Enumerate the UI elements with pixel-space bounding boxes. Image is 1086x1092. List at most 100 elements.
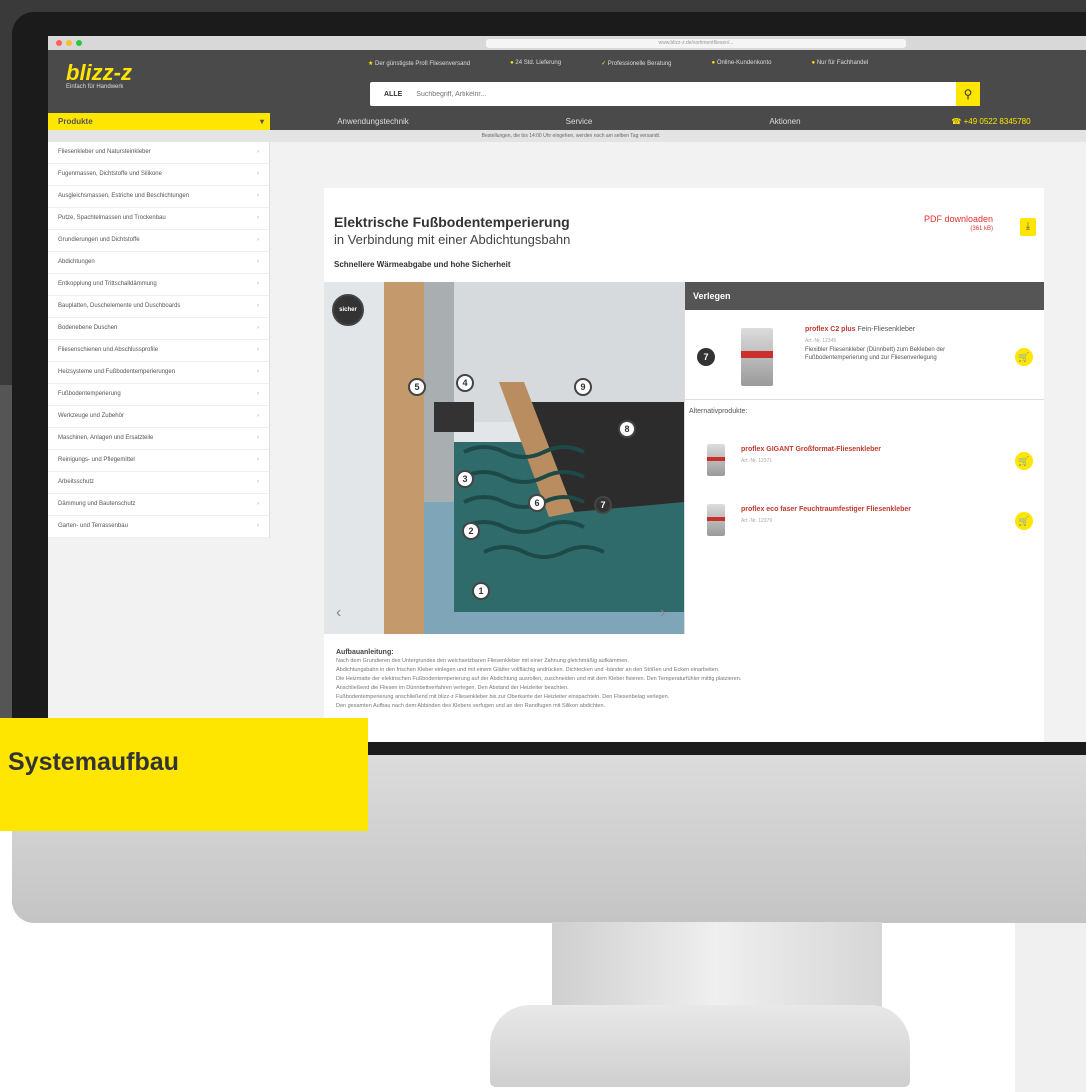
chevron-right-icon: › [257, 501, 259, 507]
sidebar-item[interactable]: Bauplatten, Duschelemente und Duschboard… [48, 296, 269, 318]
page-tagline: Schnellere Wärmeabgabe und hohe Sicherhe… [334, 260, 511, 269]
pdf-download-icon[interactable]: ⤓ [1020, 218, 1036, 236]
alt-product-name[interactable]: proflex GIGANT Großformat-Fliesenkleber [741, 446, 881, 453]
usp-item: ● Online-Kundenkonto [711, 60, 772, 66]
instruction-line: Den gesamten Aufbau nach dem Abbinden de… [336, 703, 606, 709]
maximize-window-icon[interactable] [76, 40, 82, 46]
chevron-right-icon: › [257, 259, 259, 265]
nav-item-service[interactable]: Service [476, 113, 682, 130]
pdf-download-link[interactable]: PDF downloaden (361 kB) [924, 214, 993, 234]
usp-item: ✓ Professionelle Beratung [601, 61, 672, 67]
sidebar-item[interactable]: Reinigungs- und Pflegemittel › [48, 450, 269, 472]
main-product-description: Flexibler Fliesenkleber (Dünnbett) zum B… [805, 347, 946, 361]
sidebar-item[interactable]: Heizsysteme und Fußbodentemperierungen › [48, 362, 269, 384]
chevron-right-icon: › [257, 523, 259, 529]
sidebar-item[interactable]: Entkopplung und Trittschalldämmung › [48, 274, 269, 296]
nav-phone[interactable]: ☎ +49 0522 8345780 [888, 113, 1086, 130]
product-image[interactable] [741, 328, 773, 386]
main-product-name[interactable]: proflex C2 plus Fein-Fliesenkleber [805, 326, 915, 333]
url-bar[interactable]: www.blizz-z.de/sortimentfliesen/... [486, 38, 906, 48]
search-bar: ALLE ⚲ [370, 82, 980, 106]
nav-item-aktionen[interactable]: Aktionen [682, 113, 888, 130]
carousel-prev-icon[interactable]: ‹ [336, 604, 341, 622]
sidebar-item[interactable]: Fußbodentemperierung › [48, 384, 269, 406]
chevron-right-icon: › [257, 237, 259, 243]
assembly-instructions: Aufbauanleitung: Nach dem Grundieren des… [324, 648, 1044, 711]
diagram-marker-9[interactable]: 9 [574, 378, 592, 396]
sidebar-item[interactable]: Putze, Spachtelmassen und Trockenbau › [48, 208, 269, 230]
sidebar-item[interactable]: Maschinen, Anlagen und Ersatzteile › [48, 428, 269, 450]
sidebar-item[interactable]: Fugenmassen, Dichtstoffe und Silikone › [48, 164, 269, 186]
main-product-sku: Art.-Nr. 12345 [805, 338, 837, 344]
sidebar-item[interactable]: Fliesenschienen und Abschlussprofile › [48, 340, 269, 362]
chevron-right-icon: › [257, 347, 259, 353]
sidebar-item[interactable]: Bodenebene Duschen › [48, 318, 269, 340]
usp-item: ● Nur für Fachhandel [811, 60, 869, 66]
floor-construction-illustration [324, 282, 684, 634]
sidebar-item[interactable]: Ausgleichsmassen, Estriche und Beschicht… [48, 186, 269, 208]
diagram-marker-3[interactable]: 3 [456, 470, 474, 488]
product-image[interactable] [707, 444, 725, 476]
background-panel [1015, 900, 1086, 1092]
diagram-marker-1[interactable]: 1 [472, 582, 490, 600]
sidebar-item[interactable]: Garten- und Terrassenbau › [48, 516, 269, 538]
alt-product-sku: Art.-Nr. 12379 [741, 518, 773, 524]
usp-item: ★ Der günstigste Profi Fliesenversand [368, 61, 471, 67]
alt-product-name[interactable]: proflex eco faser Feuchtraumfestiger Fli… [741, 506, 911, 513]
diagram-marker-2[interactable]: 2 [462, 522, 480, 540]
diagram-marker-8[interactable]: 8 [618, 420, 636, 438]
logo-tagline: Einfach für Handwerk [66, 84, 124, 90]
usp-bar: ★ Der günstigste Profi Fliesenversand ● … [368, 60, 868, 67]
diagram-marker-5[interactable]: 5 [408, 378, 426, 396]
chevron-right-icon: › [257, 171, 259, 177]
search-category-select[interactable]: ALLE [370, 91, 416, 98]
diagram-marker-4[interactable]: 4 [456, 374, 474, 392]
add-to-cart-icon[interactable]: 🛒 [1015, 452, 1033, 470]
main-product-row: 7 proflex C2 plus Fein-Fliesenkleber Art… [685, 310, 1044, 400]
category-sidebar: Fliesenkleber und Natursteinkleber › Fuge… [48, 142, 270, 538]
browser-toolbar: www.blizz-z.de/sortimentfliesen/... [48, 36, 1086, 50]
chevron-right-icon: › [257, 149, 259, 155]
product-panel: Verlegen 7 proflex C2 plus Fein-Fliesenk… [684, 282, 1044, 634]
minimize-window-icon[interactable] [66, 40, 72, 46]
chevron-right-icon: › [257, 215, 259, 221]
screen: www.blizz-z.de/sortimentfliesen/... bliz… [48, 36, 1086, 742]
monitor-stand-neck [552, 922, 882, 1014]
blizz-z-logo[interactable]: blizz-z Einfach für Handwerk [66, 60, 132, 90]
nav-item-anwendungstechnik[interactable]: Anwendungstechnik [270, 113, 476, 130]
alt-product-sku: Art.-Nr. 12371 [741, 458, 773, 464]
diagram-marker-7[interactable]: 7 [594, 496, 612, 514]
main-content: Elektrische Fußbodentemperierung in Verb… [324, 188, 1044, 742]
product-image[interactable] [707, 504, 725, 536]
add-to-cart-icon[interactable]: 🛒 [1015, 348, 1033, 366]
carousel-next-icon[interactable]: › [660, 604, 665, 622]
shipping-notice: Bestellungen, die bis 14:00 Uhr eingehen… [48, 130, 1086, 142]
sidebar-item[interactable]: Arbeitsschutz › [48, 472, 269, 494]
sidebar-item[interactable]: Grundierungen und Dichtstoffe › [48, 230, 269, 252]
add-to-cart-icon[interactable]: 🛒 [1015, 512, 1033, 530]
instruction-line: Anschließend die Fliesen im Dünnbettverf… [336, 685, 569, 691]
diagram-marker-6[interactable]: 6 [528, 494, 546, 512]
chevron-right-icon: › [257, 391, 259, 397]
sidebar-item[interactable]: Abdichtungen › [48, 252, 269, 274]
chevron-right-icon: › [257, 413, 259, 419]
chevron-right-icon: › [257, 193, 259, 199]
panel-title: Verlegen [685, 282, 1044, 310]
sidebar-item[interactable]: Dämmung und Bautenschutz › [48, 494, 269, 516]
sidebar-item[interactable]: Werkzeuge und Zubehör › [48, 406, 269, 428]
instructions-heading: Aufbauanleitung: [336, 649, 394, 656]
overlay-label: Systemaufbau [8, 748, 179, 776]
search-icon: ⚲ [963, 87, 973, 101]
close-window-icon[interactable] [56, 40, 62, 46]
usp-item: ● 24 Std. Lieferung [510, 60, 562, 66]
search-input[interactable] [416, 90, 956, 98]
chevron-right-icon: › [257, 369, 259, 375]
monitor-stand-foot [490, 1005, 910, 1087]
logo-name: blizz-z [66, 60, 132, 85]
nav-products[interactable]: Produkte ▾ [48, 113, 270, 130]
sidebar-item[interactable]: Fliesenkleber und Natursteinkleber › [48, 142, 269, 164]
chevron-right-icon: › [257, 303, 259, 309]
main-product-number: 7 [697, 348, 715, 366]
chevron-right-icon: › [257, 479, 259, 485]
search-button[interactable]: ⚲ [956, 82, 980, 106]
